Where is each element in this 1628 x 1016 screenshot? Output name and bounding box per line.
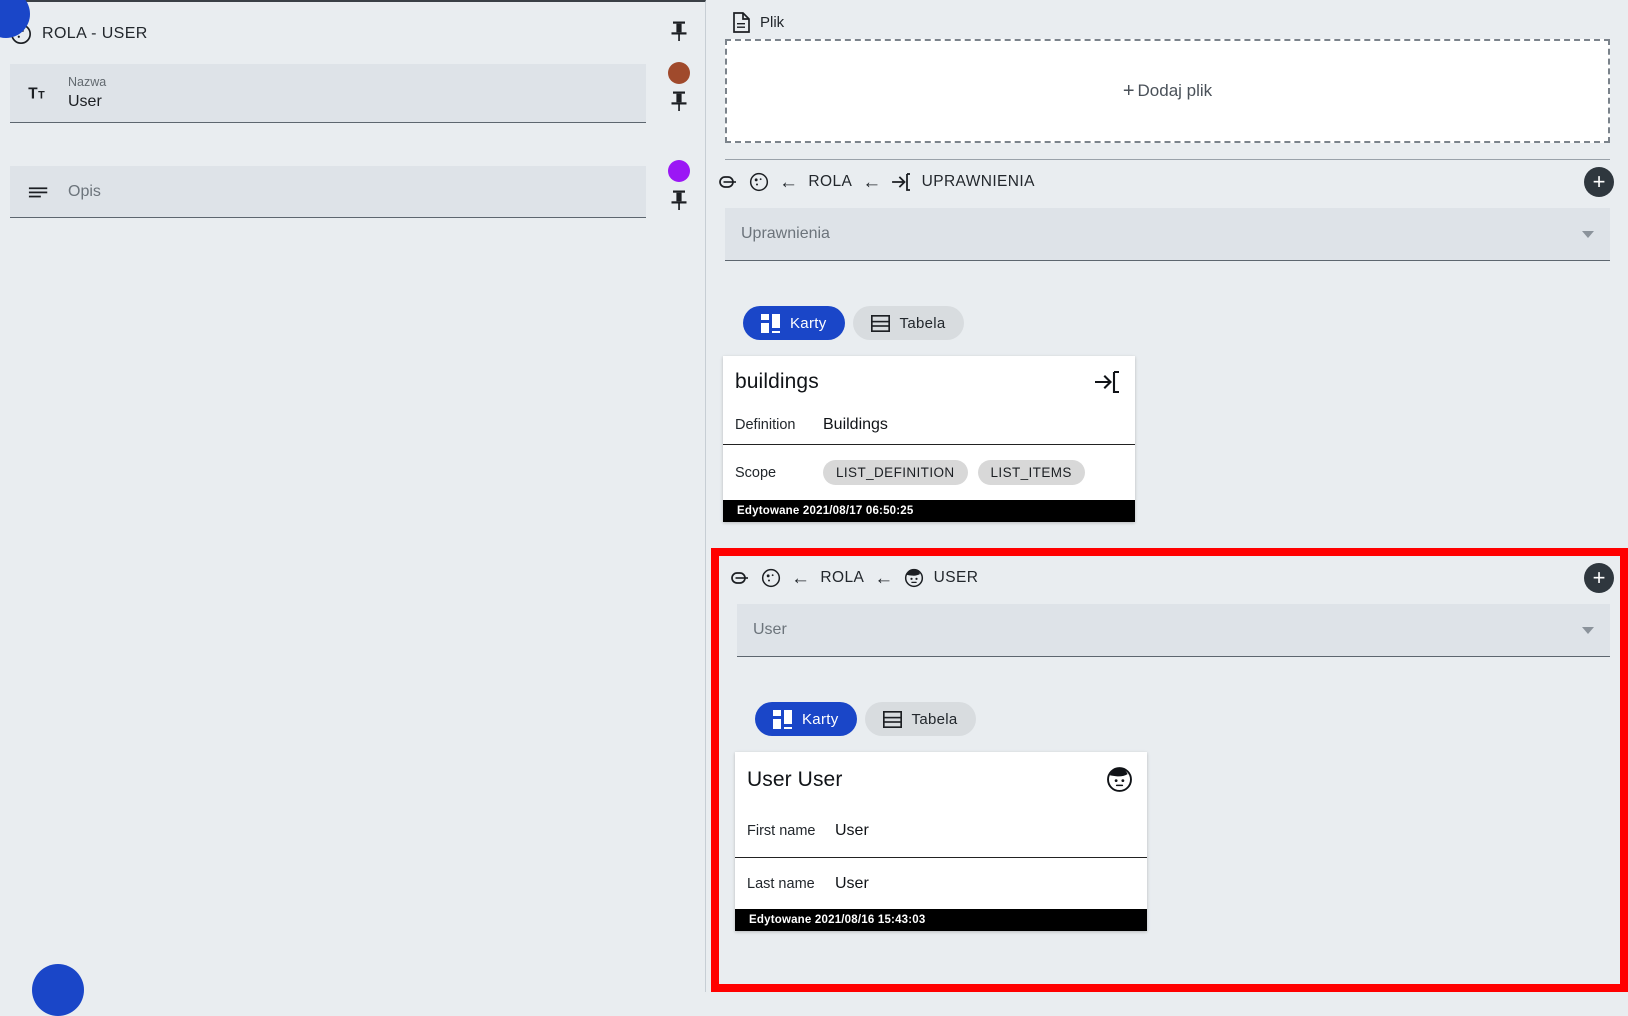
description-lines-icon	[26, 184, 52, 200]
add-permission-button[interactable]: +	[1584, 167, 1614, 197]
tab-tabela-user[interactable]: Tabela	[864, 702, 976, 736]
status-badge: LIST_ITEMS	[977, 460, 1085, 485]
tab-label: Tabela	[899, 314, 946, 332]
svg-text:T: T	[38, 89, 45, 101]
table-rows-icon	[882, 710, 902, 728]
permissions-breadcrumb: ← ROLA ← UPRAWNIENIA	[707, 160, 1035, 204]
table-rows-icon	[870, 314, 890, 332]
text-format-icon: T T	[26, 84, 52, 102]
tab-karty-user[interactable]: Karty	[755, 702, 857, 736]
role-mask-icon[interactable]	[749, 172, 769, 192]
row-key: First name	[747, 823, 816, 839]
name-field-color-dot[interactable]	[652, 62, 706, 84]
svg-text:T: T	[28, 85, 38, 102]
color-dot[interactable]	[668, 62, 690, 84]
tab-label: Karty	[790, 314, 827, 332]
row-key: Scope	[735, 464, 777, 481]
breadcrumb-parent-label[interactable]: ROLA	[808, 173, 852, 191]
breadcrumb-target-label: UPRAWNIENIA	[921, 173, 1035, 190]
dropzone-label: Dodaj plik	[1137, 81, 1213, 100]
login-arrow-icon[interactable]	[1095, 371, 1121, 393]
user-face-icon	[904, 568, 924, 588]
row-key: Last name	[747, 875, 815, 892]
user-select-value: User	[753, 621, 787, 638]
tab-karty-permissions[interactable]: Karty	[743, 306, 845, 340]
table-row: First name User	[735, 805, 1147, 857]
role-title: ROLA - USER	[42, 25, 148, 42]
back-arrow-icon-1[interactable]: ←	[779, 173, 798, 192]
user-section: ← ROLA ← USER + User Karty Tabela User U…	[719, 556, 1628, 992]
cards-grid-icon	[761, 313, 780, 333]
back-arrow-icon-2[interactable]: ←	[862, 173, 881, 192]
user-card[interactable]: User User First name User Last name User…	[735, 752, 1147, 931]
row-value: User	[835, 822, 869, 839]
card-edited-timestamp: Edytowane 2021/08/16 15:43:03	[735, 909, 1147, 931]
status-badge: LIST_DEFINITION	[823, 460, 968, 485]
card-title: User User	[747, 767, 843, 791]
link-chain-icon[interactable]	[719, 175, 739, 189]
back-arrow-icon-1[interactable]: ←	[791, 569, 810, 588]
card-header: buildings	[723, 356, 1135, 406]
card-title: buildings	[735, 370, 819, 393]
link-chain-icon[interactable]	[731, 571, 751, 585]
app-root: ROLA - USER T T Nazwa User Opis Plik + D…	[0, 0, 1628, 1016]
scope-chip-list: LIST_DEFINITION LIST_ITEMS	[823, 460, 1085, 485]
permissions-select-value: Uprawnienia	[741, 225, 830, 242]
pin-icon-description-field[interactable]	[652, 189, 706, 211]
cards-grid-icon	[773, 709, 792, 729]
permission-card-buildings[interactable]: buildings Definition Buildings Scope LIS…	[723, 356, 1135, 522]
back-arrow-icon-2[interactable]: ←	[874, 569, 893, 588]
user-face-icon[interactable]	[1106, 766, 1133, 793]
name-field-row: T T Nazwa User	[10, 64, 646, 123]
name-field-value: User	[68, 92, 102, 110]
pin-icon-top[interactable]	[652, 20, 706, 42]
row-value: User	[835, 874, 869, 892]
description-field-color-dot[interactable]	[652, 160, 706, 182]
left-detail-panel: ROLA - USER T T Nazwa User Opis	[0, 0, 706, 1016]
add-user-button[interactable]: +	[1584, 563, 1614, 593]
color-dot[interactable]	[668, 160, 690, 182]
description-field-placeholder: Opis	[68, 182, 101, 200]
permissions-view-toggle: Karty Tabela	[707, 306, 1628, 340]
tab-label: Tabela	[911, 710, 958, 728]
bottom-left-fab[interactable]	[32, 964, 84, 1016]
chevron-down-icon[interactable]	[1582, 626, 1594, 634]
card-edited-timestamp: Edytowane 2021/08/17 06:50:25	[723, 500, 1135, 522]
breadcrumb-target-label: USER	[933, 569, 979, 586]
dropzone-plus-icon: +	[1122, 79, 1135, 102]
table-row: Definition Buildings	[723, 406, 1135, 444]
row-value: Buildings	[823, 416, 888, 433]
description-field[interactable]: Opis	[10, 166, 646, 218]
role-mask-icon[interactable]	[761, 568, 781, 588]
user-select[interactable]: User	[737, 604, 1610, 657]
description-field-row: Opis	[10, 166, 646, 218]
name-field-label: Nazwa	[68, 74, 107, 89]
table-row: Scope LIST_DEFINITION LIST_ITEMS	[723, 444, 1135, 500]
user-breadcrumb-bar: ← ROLA ← USER +	[719, 556, 1628, 600]
chevron-down-icon[interactable]	[1582, 230, 1594, 238]
permissions-select[interactable]: Uprawnienia	[725, 208, 1610, 261]
tab-tabela-permissions[interactable]: Tabela	[852, 306, 964, 340]
row-key: Definition	[735, 417, 796, 433]
user-view-toggle: Karty Tabela	[719, 702, 1628, 736]
user-breadcrumb: ← ROLA ← USER	[719, 556, 978, 600]
card-header: User User	[735, 752, 1147, 805]
table-row: Last name User	[735, 857, 1147, 909]
tab-label: Karty	[802, 710, 839, 728]
file-section-label: Plik	[707, 0, 1628, 33]
file-document-icon	[733, 12, 750, 33]
file-section-title: Plik	[760, 14, 785, 31]
pin-icon-name-field[interactable]	[652, 90, 706, 112]
permissions-breadcrumb-bar: ← ROLA ← UPRAWNIENIA +	[707, 160, 1628, 204]
breadcrumb-parent-label[interactable]: ROLA	[820, 569, 864, 587]
file-dropzone[interactable]: + Dodaj plik	[725, 39, 1610, 143]
name-field[interactable]: T T Nazwa User	[10, 64, 646, 123]
login-arrow-icon	[891, 173, 912, 191]
